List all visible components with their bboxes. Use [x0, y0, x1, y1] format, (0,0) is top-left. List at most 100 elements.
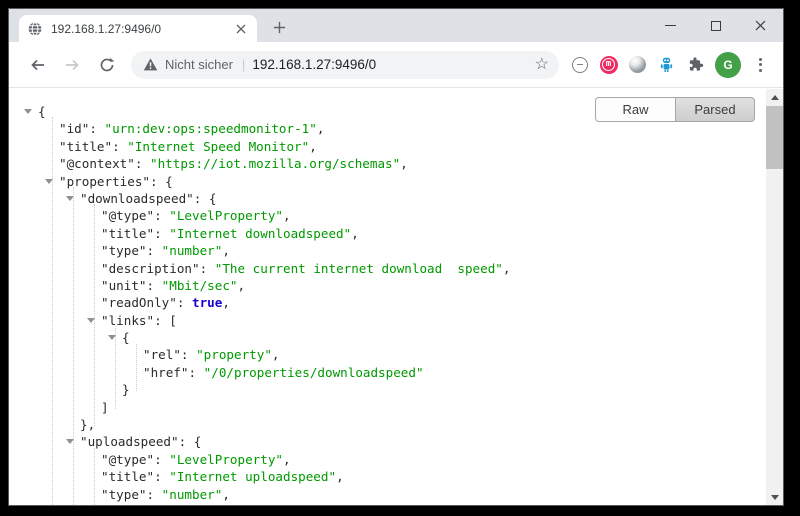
new-tab-button[interactable] [269, 17, 289, 37]
json-token: : [147, 243, 162, 258]
kebab-menu-icon [759, 58, 762, 72]
browser-menu-button[interactable] [746, 50, 775, 79]
raw-button[interactable]: Raw [595, 97, 675, 122]
json-token: "links" [101, 313, 154, 328]
address-bar[interactable]: Nicht sicher | 192.168.1.27:9496/0 ☆ [131, 51, 559, 79]
json-line: "unit": "Mbit/sec", [9, 277, 766, 294]
json-line: "@context": "https://iot.mozilla.org/sch… [9, 155, 766, 172]
maximize-button[interactable] [693, 9, 738, 42]
json-line: "title": "Internet downloadspeed", [9, 225, 766, 242]
json-line: }, [9, 416, 766, 433]
json-token: } [122, 382, 130, 397]
json-token: , [351, 226, 359, 241]
json-token: : [189, 365, 204, 380]
reload-button[interactable] [93, 51, 121, 79]
json-line: "description": "The current internet upl… [9, 503, 766, 505]
maximize-icon [711, 21, 721, 31]
json-token: "description" [101, 504, 200, 505]
minimize-button[interactable] [648, 9, 693, 42]
json-token: : { [150, 174, 173, 189]
json-line: "@type": "LevelProperty", [9, 207, 766, 224]
json-token: , [503, 261, 511, 276]
json-token: , [309, 139, 317, 154]
scrollbar-thumb[interactable] [766, 106, 783, 169]
browser-tab[interactable]: 192.168.1.27:9496/0 [19, 15, 257, 42]
robot-extension-icon [658, 56, 675, 73]
json-token: "number" [162, 243, 223, 258]
json-token: : [177, 295, 192, 310]
triangle-down-icon [771, 495, 779, 500]
bookmark-star-icon[interactable]: ☆ [535, 57, 549, 73]
json-token: : [147, 487, 162, 502]
json-token: : [ [154, 313, 177, 328]
browser-toolbar: Nicht sicher | 192.168.1.27:9496/0 ☆ m [9, 42, 783, 88]
json-line: "href": "/0/properties/downloadspeed" [9, 364, 766, 381]
json-token: "unit" [101, 278, 147, 293]
json-token: "The current internet download speed" [215, 261, 503, 276]
json-token: "Internet downloadspeed" [169, 226, 351, 241]
scroll-down-button[interactable] [766, 489, 783, 505]
json-line: "id": "urn:dev:ops:speedmonitor-1", [9, 120, 766, 137]
collapse-toggle-icon[interactable] [24, 109, 32, 114]
json-token: "description" [101, 261, 200, 276]
json-token: "readOnly" [101, 295, 177, 310]
extension-robot-button[interactable] [652, 50, 681, 79]
json-token: }, [80, 417, 95, 432]
parsed-button[interactable]: Parsed [675, 97, 755, 122]
json-token: : [181, 347, 196, 362]
indent-guide [52, 117, 53, 505]
json-token: "title" [59, 139, 112, 154]
json-token: "title" [101, 226, 154, 241]
json-token: "href" [143, 365, 189, 380]
json-viewer: Raw Parsed { "id": "urn:dev:ops:speedmoni… [9, 89, 766, 505]
json-token: : [135, 156, 150, 171]
json-token: , [283, 208, 291, 223]
reload-icon [99, 57, 115, 73]
json-token: , [283, 452, 291, 467]
json-line: ] [9, 399, 766, 416]
forward-button[interactable] [58, 51, 86, 79]
json-token: "property" [196, 347, 272, 362]
json-token: "@context" [59, 156, 135, 171]
url-text[interactable]: 192.168.1.27:9496/0 [252, 57, 534, 72]
json-token: "@type" [101, 452, 154, 467]
security-status-label[interactable]: Nicht sicher [165, 57, 233, 72]
back-button[interactable] [23, 51, 51, 79]
m-extension-letter: m [602, 58, 615, 71]
json-token: "@type" [101, 208, 154, 223]
json-token: : [154, 208, 169, 223]
json-token: , [222, 243, 230, 258]
json-token: , [400, 156, 408, 171]
json-token: , [222, 295, 230, 310]
json-tree: { "id": "urn:dev:ops:speedmonitor-1", "tit… [9, 89, 766, 505]
triangle-up-icon [771, 95, 779, 100]
indent-guide [94, 204, 95, 426]
extension-ring-button[interactable] [565, 50, 594, 79]
extensions-menu-button[interactable] [681, 50, 710, 79]
json-token: "Internet Speed Monitor" [127, 139, 309, 154]
vertical-scrollbar[interactable] [766, 89, 783, 505]
json-token: "Internet uploadspeed" [169, 469, 336, 484]
json-line: "@type": "LevelProperty", [9, 451, 766, 468]
tab-close-button[interactable] [232, 20, 249, 37]
extension-m-button[interactable]: m [594, 50, 623, 79]
json-token: { [122, 330, 130, 345]
json-line: "description": "The current internet dow… [9, 260, 766, 277]
json-line: "downloadspeed": { [9, 190, 766, 207]
scroll-up-button[interactable] [766, 89, 783, 105]
json-token: "rel" [143, 347, 181, 362]
json-line: { [9, 329, 766, 346]
tab-strip: 192.168.1.27:9496/0 [9, 9, 783, 42]
json-token: : [89, 121, 104, 136]
tab-title: 192.168.1.27:9496/0 [51, 22, 232, 36]
json-token: ] [101, 400, 109, 415]
close-window-button[interactable] [738, 9, 783, 42]
json-token: "number" [162, 487, 223, 502]
json-token: : [154, 452, 169, 467]
json-token: : [112, 139, 127, 154]
json-token: , [238, 278, 246, 293]
extension-sphere-button[interactable] [623, 50, 652, 79]
profile-avatar[interactable]: G [715, 52, 741, 78]
arrow-right-icon [64, 57, 81, 73]
not-secure-warning-icon [143, 57, 158, 72]
